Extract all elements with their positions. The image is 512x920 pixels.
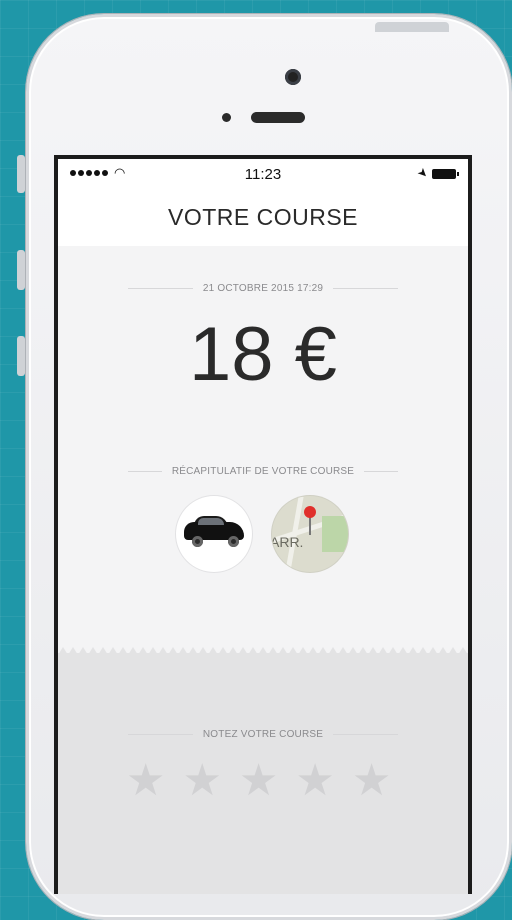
divider-line [364, 471, 398, 472]
volume-up-button [17, 250, 25, 290]
divider-line [128, 471, 162, 472]
vehicle-thumbnail[interactable] [176, 496, 252, 572]
map-park [322, 516, 348, 552]
status-time: 11:23 [244, 166, 282, 183]
navigation-bar: VOTRE COURSE [58, 189, 468, 246]
rating-label: NOTEZ VOTRE COURSE [202, 729, 324, 740]
ride-price: 18 € [189, 312, 337, 397]
pin-stick [309, 517, 311, 535]
divider-line [333, 734, 398, 735]
star-2-icon[interactable]: ★ [182, 759, 221, 803]
star-1-icon[interactable]: ★ [126, 759, 165, 803]
star-rating: ★ ★ ★ ★ ★ [126, 759, 391, 803]
power-button [375, 22, 449, 32]
battery-icon [432, 169, 459, 179]
summary-thumbnails: ARR. [176, 496, 348, 572]
app-screen: ◠ 11:23 ➤ VOTRE COURSE 21 OCTOBRE 2015 1… [54, 155, 472, 894]
summary-label: RÉCAPITULATIF DE VOTRE COURSE [171, 466, 355, 477]
receipt-edge [58, 647, 468, 655]
divider-line [333, 288, 399, 289]
status-bar: ◠ 11:23 ➤ [58, 159, 468, 189]
proximity-sensor [222, 113, 231, 122]
page-title: VOTRE COURSE [167, 204, 359, 230]
star-5-icon[interactable]: ★ [352, 759, 391, 803]
map-label: ARR. [272, 534, 304, 550]
mute-switch [17, 155, 25, 193]
star-4-icon[interactable]: ★ [295, 759, 334, 803]
car-wheel [192, 536, 203, 547]
divider-line [128, 734, 193, 735]
map-thumbnail[interactable]: ARR. [272, 496, 348, 572]
star-3-icon[interactable]: ★ [239, 759, 278, 803]
map-pin-icon [304, 506, 316, 518]
summary-divider: RÉCAPITULATIF DE VOTRE COURSE [128, 466, 398, 477]
car-window [198, 518, 224, 525]
earpiece-speaker [251, 112, 305, 123]
divider-line [128, 288, 193, 289]
ride-date: 21 OCTOBRE 2015 17:29 [202, 283, 324, 294]
car-wheel [228, 536, 239, 547]
ride-date-divider: 21 OCTOBRE 2015 17:29 [128, 283, 399, 294]
rating-divider: NOTEZ VOTRE COURSE [128, 729, 398, 740]
front-camera [285, 69, 301, 85]
volume-down-button [17, 336, 25, 376]
